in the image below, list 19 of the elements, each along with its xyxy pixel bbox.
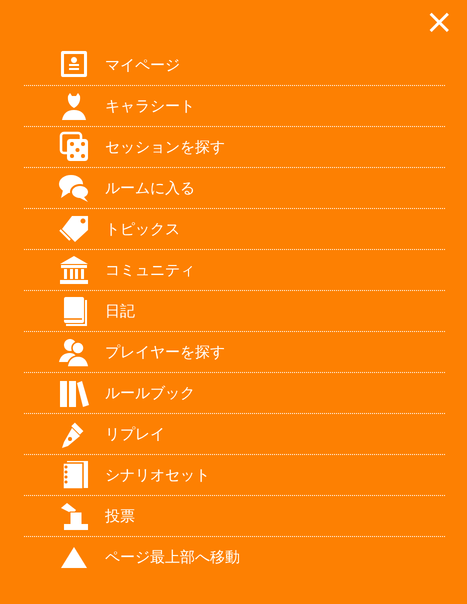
menu-item[interactable]: ページ最上部へ移動 [24,537,445,577]
speech-bubbles-icon [58,172,90,204]
menu-item[interactable]: 日記 [24,291,445,332]
menu-item[interactable]: キャラシート [24,86,445,127]
menu-item[interactable]: リプレイ [24,414,445,455]
menu-item[interactable]: 投票 [24,496,445,537]
menu-item[interactable]: コミュニティ [24,250,445,291]
tag-icon [58,213,90,245]
two-people-icon [58,336,90,368]
menu-item[interactable]: セッションを探す [24,127,445,168]
menu-item[interactable]: ルームに入る [24,168,445,209]
columned-building-icon [58,254,90,286]
dice-icon [58,131,90,163]
menu-item[interactable]: ルールブック [24,373,445,414]
menu-item[interactable]: シナリオセット [24,455,445,496]
menu-item[interactable]: トピックス [24,209,445,250]
menu-item[interactable]: プレイヤーを探す [24,332,445,373]
menu-item[interactable]: マイページ [24,45,445,86]
close-button[interactable]: × [425,8,453,36]
